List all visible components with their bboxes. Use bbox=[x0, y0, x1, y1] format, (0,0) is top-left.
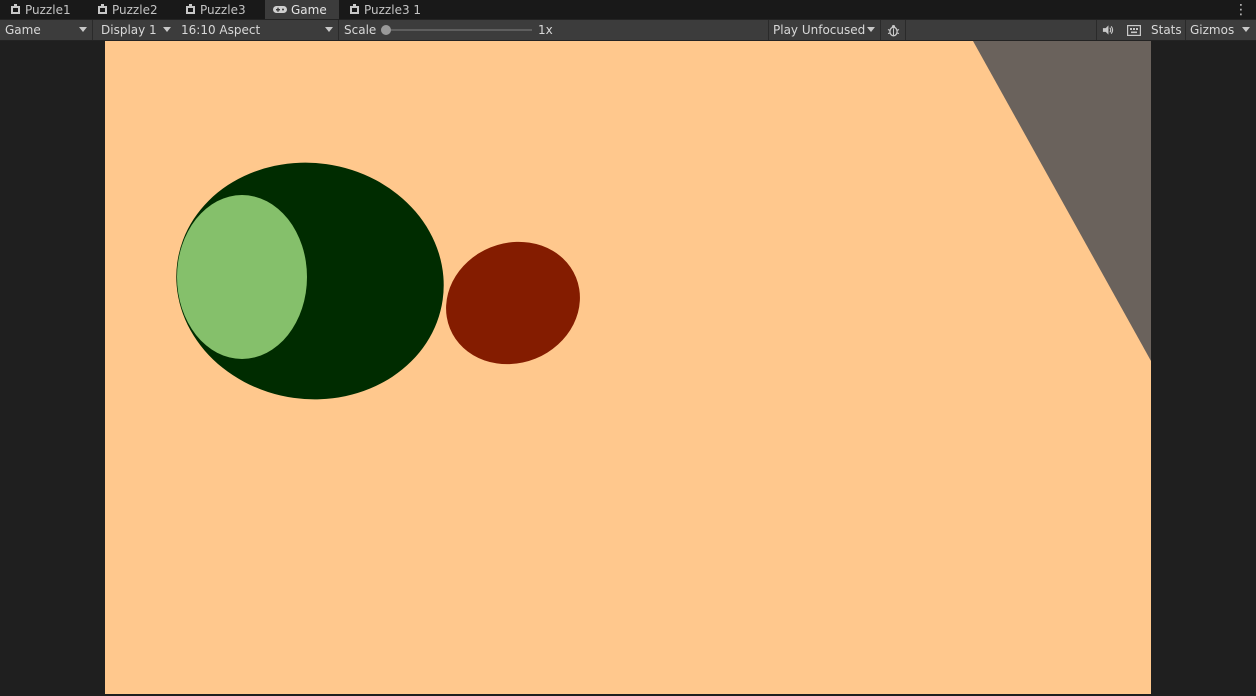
scale-value: 1x bbox=[538, 23, 553, 37]
play-mode-value: Play Unfocused bbox=[773, 23, 866, 37]
keyboard-icon bbox=[1127, 24, 1141, 36]
chevron-down-icon bbox=[79, 27, 87, 32]
chevron-down-icon bbox=[1242, 27, 1250, 32]
tab-puzzle1[interactable]: Puzzle1 bbox=[2, 0, 79, 19]
gray-corner-shape bbox=[973, 41, 1151, 361]
chevron-down-icon bbox=[867, 27, 875, 32]
scene-icon bbox=[11, 4, 20, 14]
view-mode-value: Game bbox=[5, 23, 41, 37]
chevron-down-icon bbox=[163, 27, 171, 32]
tab-label: Puzzle3 1 bbox=[364, 2, 422, 17]
tab-label: Puzzle2 bbox=[112, 2, 158, 17]
debug-bug-button[interactable] bbox=[882, 20, 904, 40]
display-value: Display 1 bbox=[101, 23, 157, 37]
tab-game[interactable]: Game bbox=[265, 0, 339, 19]
tab-puzzle2[interactable]: Puzzle2 bbox=[89, 0, 166, 19]
scene-icon bbox=[98, 4, 107, 14]
gamepad-icon bbox=[273, 6, 287, 13]
more-options-icon[interactable]: ⋮ bbox=[1234, 0, 1248, 19]
game-viewport[interactable] bbox=[105, 41, 1151, 694]
shortcuts-button[interactable] bbox=[1123, 20, 1145, 40]
tab-puzzle3[interactable]: Puzzle3 bbox=[177, 0, 254, 19]
aspect-value: 16:10 Aspect bbox=[181, 23, 261, 37]
editor-tab-bar: Puzzle1 Puzzle2 Puzzle3 Game Puzzle3 1 ⋮ bbox=[0, 0, 1256, 20]
gizmos-label: Gizmos bbox=[1190, 23, 1235, 37]
gizmos-dropdown[interactable]: Gizmos bbox=[1186, 20, 1256, 40]
bug-icon bbox=[887, 24, 899, 36]
tab-label: Game bbox=[291, 2, 327, 17]
scene-icon bbox=[186, 4, 195, 14]
display-dropdown[interactable]: Display 1 bbox=[97, 20, 175, 40]
game-render bbox=[176, 41, 1151, 400]
light-green-circle bbox=[177, 195, 307, 359]
red-ellipse bbox=[446, 241, 580, 365]
stats-button[interactable]: Stats bbox=[1147, 20, 1186, 40]
tab-label: Puzzle1 bbox=[25, 2, 71, 17]
chevron-down-icon bbox=[325, 27, 333, 32]
play-mode-dropdown[interactable]: Play Unfocused bbox=[769, 20, 879, 40]
scale-slider-track[interactable] bbox=[384, 29, 532, 31]
tab-label: Puzzle3 bbox=[200, 2, 246, 17]
speaker-icon bbox=[1102, 25, 1114, 35]
aspect-dropdown[interactable]: 16:10 Aspect bbox=[177, 20, 337, 40]
mute-audio-button[interactable] bbox=[1098, 20, 1118, 40]
game-view-toolbar: Game Display 1 16:10 Aspect Scale 1x Pla… bbox=[0, 20, 1256, 41]
scene-icon bbox=[350, 4, 359, 14]
scale-label: Scale bbox=[344, 23, 377, 37]
view-mode-dropdown[interactable]: Game bbox=[1, 20, 91, 40]
tab-puzzle3-1[interactable]: Puzzle3 1 bbox=[341, 0, 429, 19]
scale-slider-handle[interactable] bbox=[381, 25, 391, 35]
